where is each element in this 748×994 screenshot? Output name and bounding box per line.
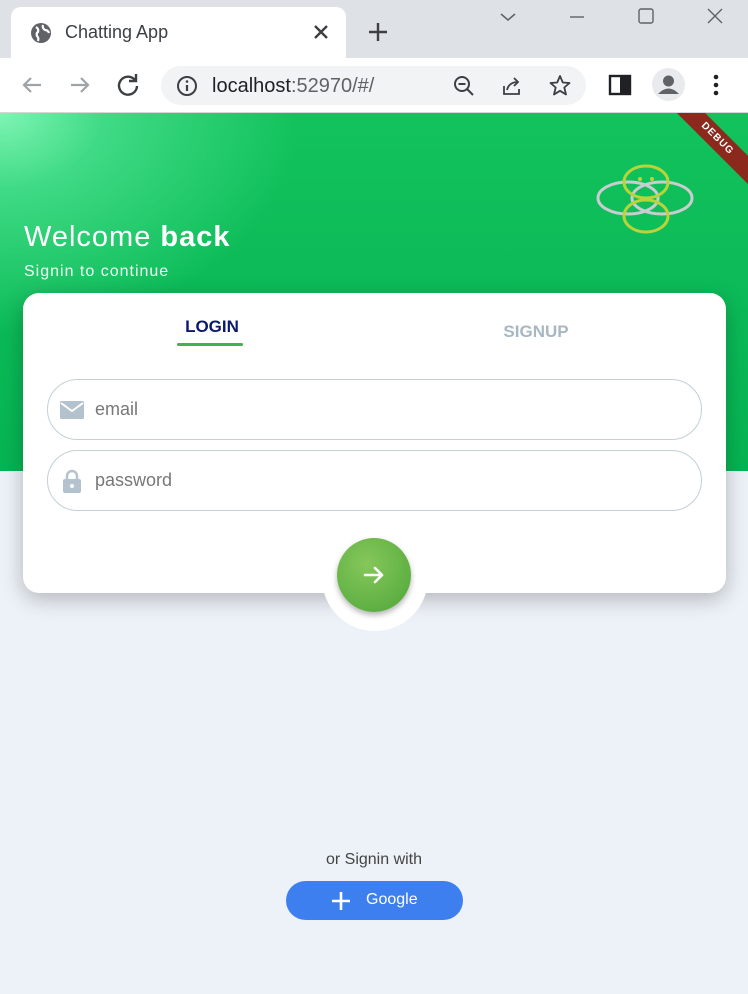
share-icon[interactable] — [499, 73, 525, 99]
active-tab-indicator — [177, 343, 243, 346]
more-icon[interactable] — [701, 70, 731, 100]
google-signin-button[interactable]: Google — [286, 881, 463, 920]
tab-title: Chatting App — [65, 22, 169, 42]
mail-icon — [60, 401, 84, 419]
email-input[interactable] — [95, 394, 675, 424]
sidepanel-icon[interactable] — [605, 70, 635, 100]
google-button-label: Google — [366, 891, 418, 908]
close-icon[interactable] — [309, 20, 333, 44]
email-field[interactable] — [47, 379, 702, 440]
tab-search-icon[interactable] — [497, 6, 519, 28]
star-icon[interactable] — [547, 73, 573, 99]
app-viewport: Welcome back Signin to continue DEBUG LO… — [0, 113, 748, 994]
profile-icon[interactable] — [652, 68, 685, 101]
globe-icon — [31, 23, 51, 43]
or-signin-text: or Signin with — [325, 851, 423, 868]
arrow-right-icon — [363, 566, 384, 584]
welcome-prefix: Welcome — [24, 221, 152, 253]
address-bar[interactable]: localhost:52970/#/ — [161, 66, 586, 105]
forward-arrow-icon[interactable] — [65, 70, 95, 100]
password-input[interactable] — [95, 465, 675, 495]
tab-signup[interactable]: SIGNUP — [496, 322, 576, 342]
browser-toolbar: localhost:52970/#/ — [0, 58, 748, 113]
back-arrow-icon[interactable] — [17, 70, 47, 100]
zoom-out-icon[interactable] — [451, 73, 477, 99]
lock-icon — [63, 469, 81, 493]
url-text: localhost:52970/#/ — [212, 75, 374, 98]
welcome-bold: back — [160, 221, 231, 253]
new-tab-plus-icon[interactable] — [365, 19, 391, 45]
tab-login[interactable]: LOGIN — [182, 317, 242, 337]
submit-button[interactable] — [337, 538, 411, 612]
app-logo — [596, 164, 694, 234]
browser-tab[interactable]: Chatting App — [11, 7, 346, 58]
window-close-icon[interactable] — [704, 6, 726, 28]
url-path: :52970/#/ — [290, 75, 375, 97]
plus-icon — [332, 892, 350, 910]
welcome-heading: Welcome back — [24, 221, 231, 254]
password-field[interactable] — [47, 450, 702, 511]
welcome-subtitle: Signin to continue — [24, 263, 170, 280]
maximize-icon[interactable] — [635, 6, 657, 28]
minimize-icon[interactable] — [566, 6, 588, 28]
info-icon[interactable] — [175, 74, 199, 98]
url-host: localhost — [212, 75, 291, 97]
tab-strip: Chatting App — [0, 0, 748, 58]
reload-icon[interactable] — [113, 70, 143, 100]
